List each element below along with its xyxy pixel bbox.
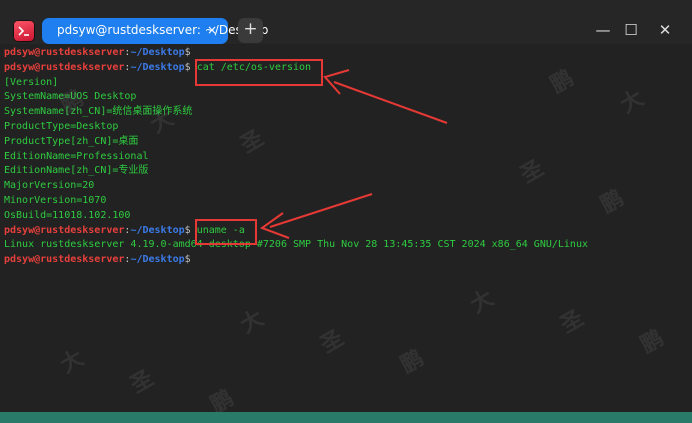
- title-bar: pdsyw@rustdeskserver: ~/Desktop × + — ☐ …: [0, 0, 692, 44]
- tab-close-icon[interactable]: ×: [205, 23, 219, 37]
- terminal-window: pdsyw@rustdeskserver: ~/Desktop × + — ☐ …: [0, 0, 692, 423]
- minimize-button[interactable]: —: [592, 19, 614, 41]
- tab-terminal[interactable]: pdsyw@rustdeskserver: ~/Desktop ×: [42, 18, 268, 44]
- new-tab-button[interactable]: +: [238, 18, 263, 43]
- tab-title: pdsyw@rustdeskserver: ~/Desktop: [57, 23, 269, 37]
- desktop-background-strip: [0, 412, 692, 423]
- terminal-app-icon[interactable]: [13, 20, 35, 42]
- close-button[interactable]: ✕: [654, 19, 676, 41]
- maximize-button[interactable]: ☐: [620, 19, 642, 41]
- annotation-arrows: [259, 69, 448, 239]
- terminal-output[interactable]: pdsyw@rustdeskserver:~/Desktop$ pdsyw@ru…: [0, 44, 692, 423]
